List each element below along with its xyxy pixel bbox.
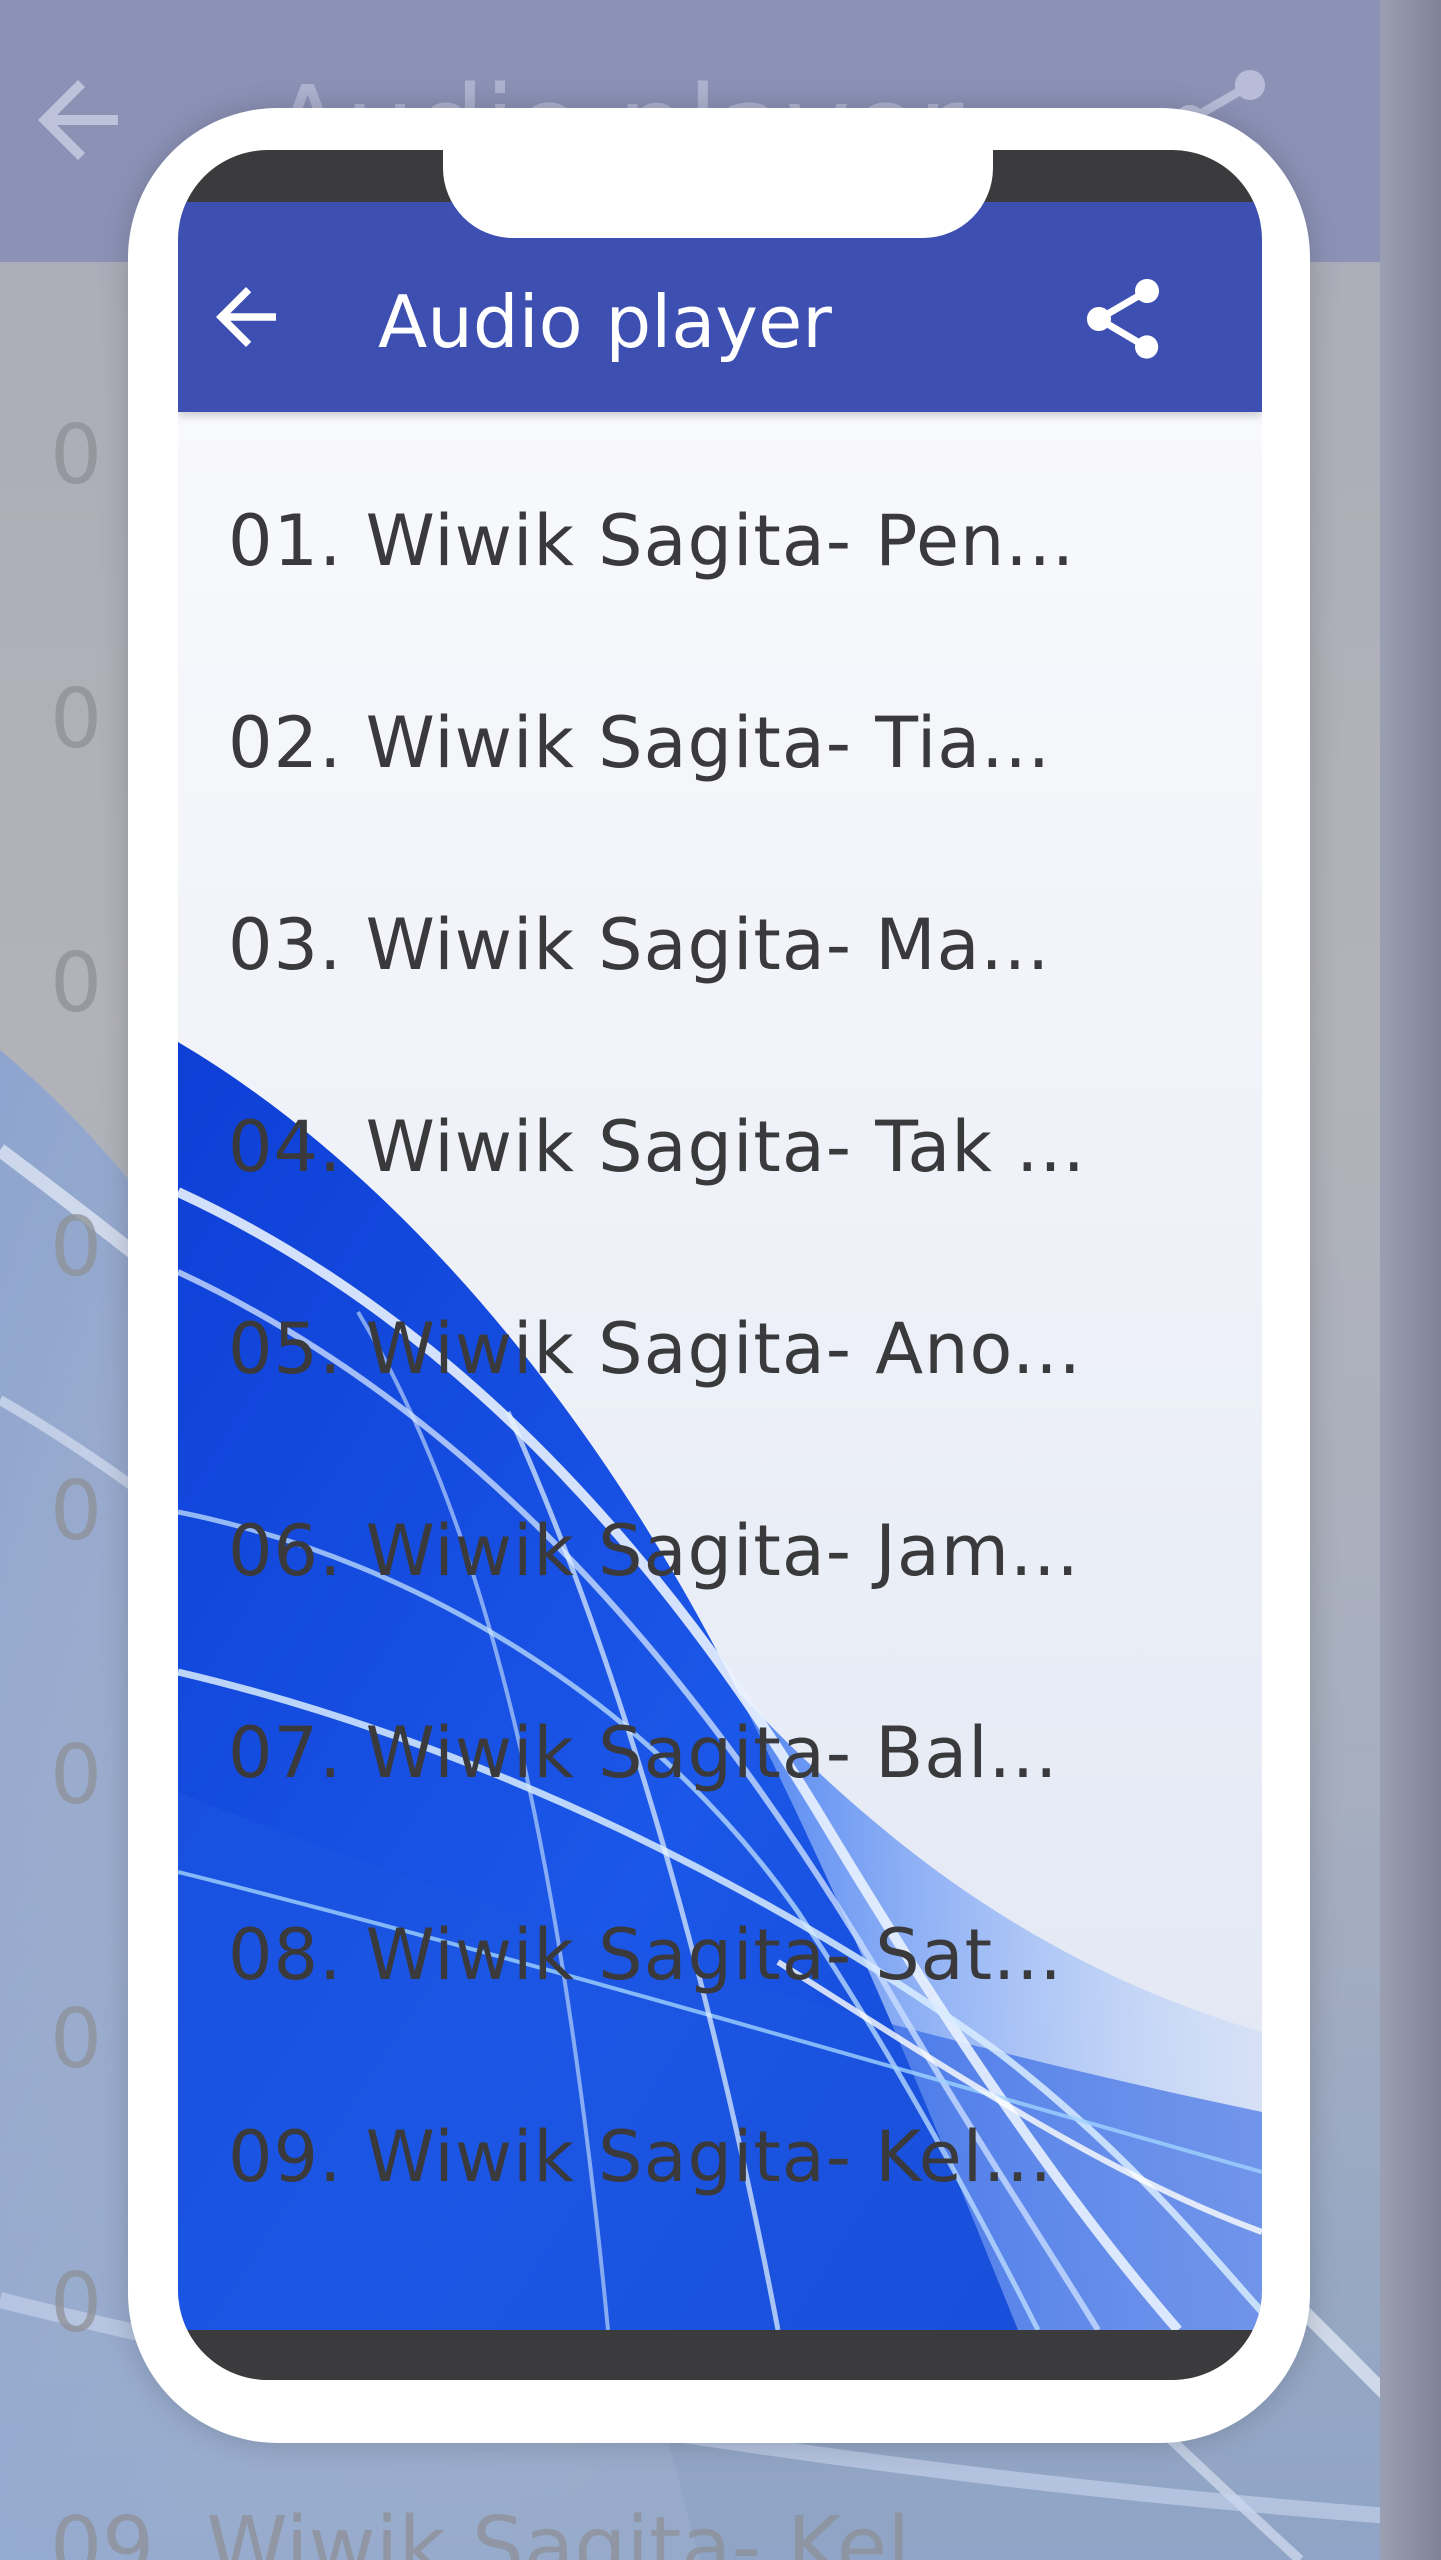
list-item[interactable]: 03. Wiwik Sagita- Ma... xyxy=(178,846,1262,1036)
track-title: 02. Wiwik Sagita- Tia... xyxy=(228,702,1051,784)
background-item: 0 xyxy=(50,1464,103,1559)
background-item: 09. Wiwik Sagita- Kel xyxy=(50,2500,911,2560)
background-arrow-left-icon xyxy=(38,80,118,160)
background-item: 0 xyxy=(50,1200,103,1295)
share-icon xyxy=(1087,279,1159,359)
list-item[interactable]: 08. Wiwik Sagita- Sat... xyxy=(178,1856,1262,2046)
arrow-left-icon xyxy=(216,287,276,347)
track-title: 03. Wiwik Sagita- Ma... xyxy=(228,904,1051,986)
list-item[interactable]: 09. Wiwik Sagita- Kel... xyxy=(178,2058,1262,2248)
background-item: 0 xyxy=(50,1728,103,1823)
back-button[interactable] xyxy=(196,267,296,367)
phone-screen: Audio player 01. Wiwik Sagita- Pen... 02… xyxy=(178,150,1262,2380)
share-button[interactable] xyxy=(1068,264,1178,374)
app-window: Audio player 01. Wiwik Sagita- Pen... 02… xyxy=(178,202,1262,2330)
list-item[interactable]: 07. Wiwik Sagita- Bal... xyxy=(178,1654,1262,1844)
background-item: 0 xyxy=(50,408,103,503)
list-item[interactable]: 04. Wiwik Sagita- Tak ... xyxy=(178,1048,1262,1238)
list-item[interactable]: 01. Wiwik Sagita- Pen... xyxy=(178,442,1262,632)
track-title: 08. Wiwik Sagita- Sat... xyxy=(228,1914,1063,1996)
track-title: 07. Wiwik Sagita- Bal... xyxy=(228,1712,1059,1794)
background-item: 0 xyxy=(50,1992,103,2087)
background-item: 0 xyxy=(50,2256,103,2351)
list-item[interactable]: 02. Wiwik Sagita- Tia... xyxy=(178,644,1262,834)
phone-frame: Audio player 01. Wiwik Sagita- Pen... 02… xyxy=(128,108,1310,2443)
track-title: 05. Wiwik Sagita- Ano... xyxy=(228,1308,1082,1390)
page-title: Audio player xyxy=(378,280,832,364)
phone-notch xyxy=(443,150,993,238)
track-list-area[interactable]: 01. Wiwik Sagita- Pen... 02. Wiwik Sagit… xyxy=(178,412,1262,2330)
track-title: 06. Wiwik Sagita- Jam... xyxy=(228,1510,1080,1592)
list-item[interactable]: 05. Wiwik Sagita- Ano... xyxy=(178,1250,1262,1440)
background-item: 0 xyxy=(50,672,103,767)
background-edge xyxy=(1380,0,1441,2560)
track-title: 09. Wiwik Sagita- Kel... xyxy=(228,2116,1053,2198)
track-title: 01. Wiwik Sagita- Pen... xyxy=(228,500,1076,582)
phone-bottom-bezel xyxy=(178,2330,1262,2380)
background-item: 0 xyxy=(50,936,103,1031)
list-item[interactable]: 06. Wiwik Sagita- Jam... xyxy=(178,1452,1262,1642)
track-title: 04. Wiwik Sagita- Tak ... xyxy=(228,1106,1086,1188)
